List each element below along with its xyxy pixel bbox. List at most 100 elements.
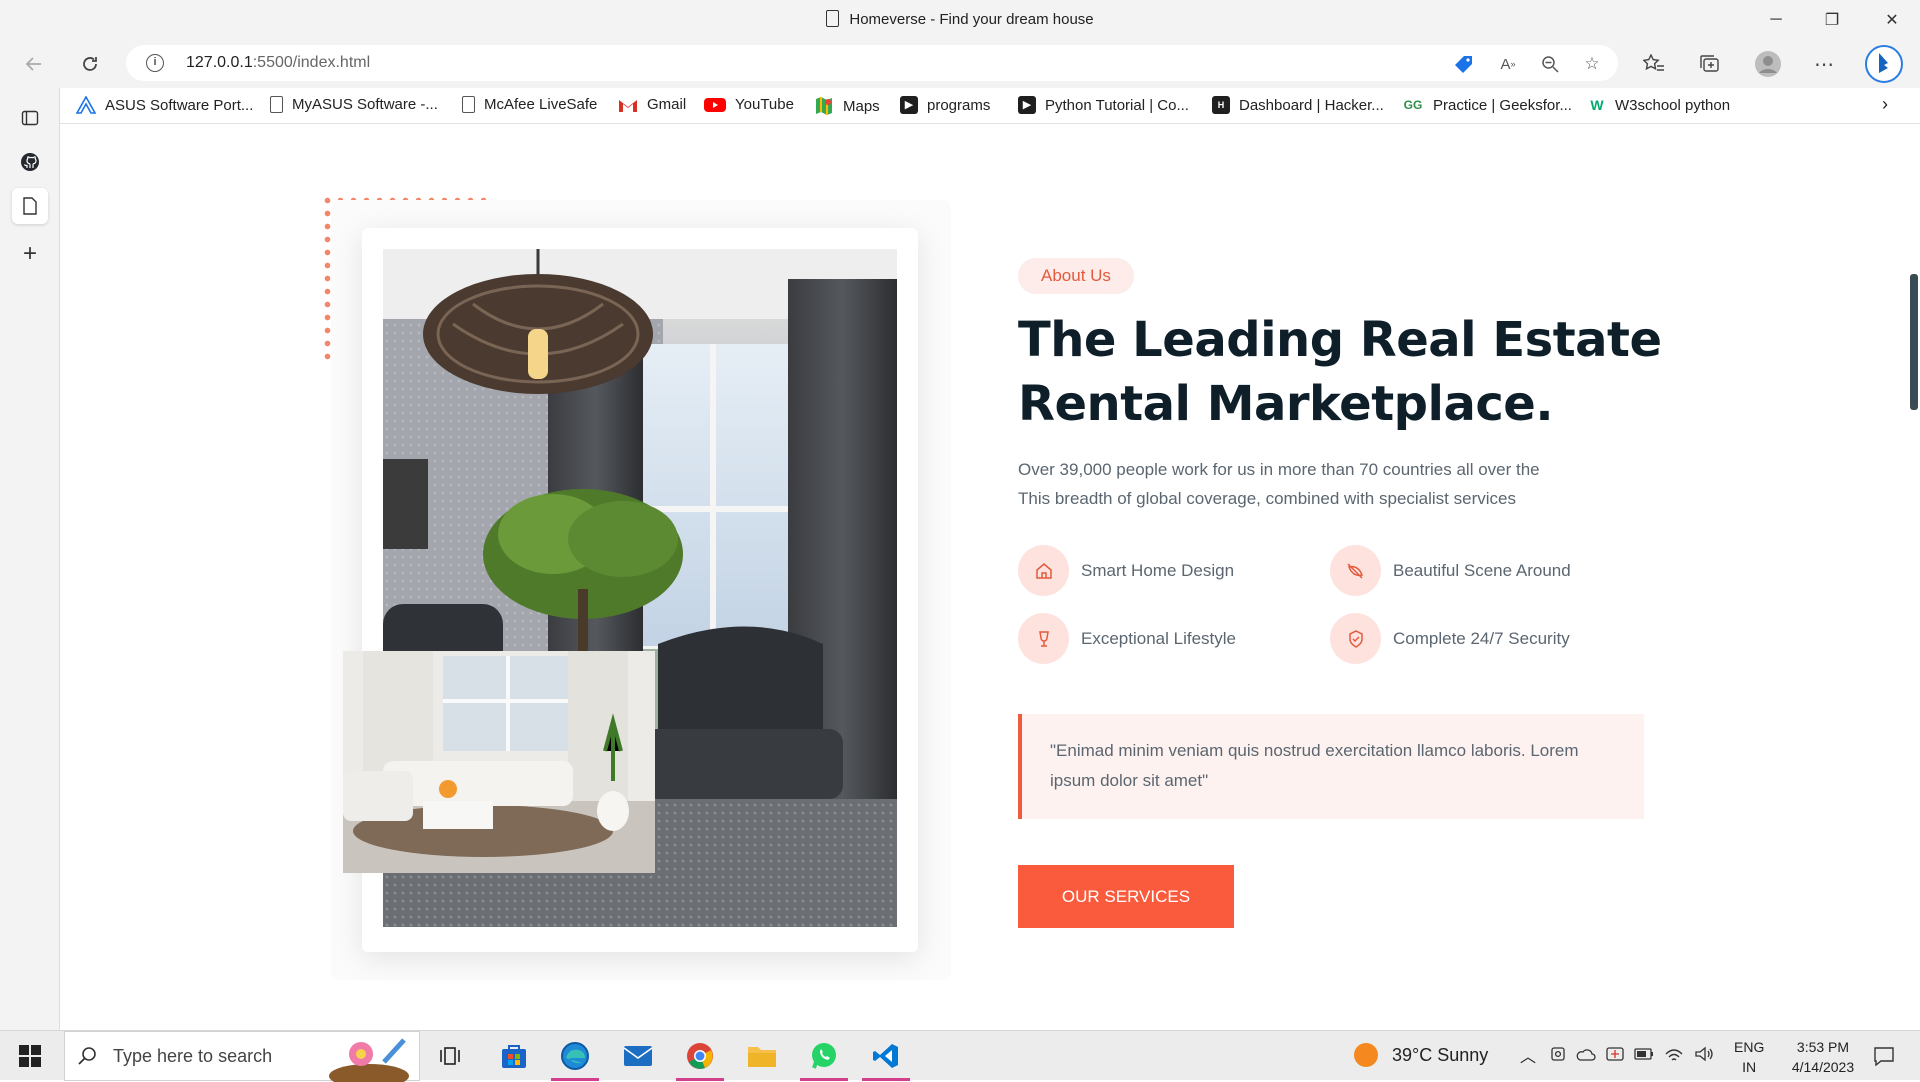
favorite-mcafee-livesafe[interactable]: McAfee LiveSafe bbox=[462, 96, 597, 113]
microsoft-store-button[interactable] bbox=[496, 1038, 532, 1074]
about-secondary-image bbox=[343, 651, 655, 873]
favorite-label: W3school python bbox=[1615, 96, 1731, 114]
favorite-myasus-software[interactable]: MyASUS Software -... bbox=[270, 96, 438, 113]
taskbar-search-box[interactable]: Type here to search bbox=[64, 1031, 420, 1082]
web-page: About Us The Leading Real Estate Rental … bbox=[61, 125, 1900, 1030]
favorite-programs[interactable]: ▶ programs bbox=[900, 96, 990, 114]
start-button[interactable] bbox=[12, 1038, 48, 1074]
page-icon bbox=[462, 96, 475, 113]
chrome-taskbar-button[interactable] bbox=[676, 1038, 724, 1081]
description-line: This breadth of global coverage, combine… bbox=[1018, 489, 1516, 508]
file-explorer-taskbar-button[interactable] bbox=[744, 1038, 780, 1074]
headline-line: The Leading Real Estate bbox=[1018, 312, 1662, 368]
tab-actions-icon[interactable] bbox=[12, 100, 48, 136]
favorite-w3school-python[interactable]: W W3school python bbox=[1588, 96, 1730, 114]
close-button[interactable]: ✕ bbox=[1864, 0, 1920, 40]
feature-beautiful-scene-around: Beautiful Scene Around bbox=[1330, 545, 1571, 596]
site-info-icon[interactable]: i bbox=[146, 54, 164, 72]
feature-label: Smart Home Design bbox=[1081, 560, 1235, 580]
zoom-out-icon[interactable] bbox=[1538, 52, 1562, 76]
add-favorite-icon[interactable]: ☆ bbox=[1580, 52, 1604, 76]
favorite-label: YouTube bbox=[735, 96, 794, 113]
feature-complete-security: Complete 24/7 Security bbox=[1330, 613, 1570, 664]
hackerrank-icon: H bbox=[1212, 96, 1230, 114]
language-code: ENG bbox=[1734, 1039, 1765, 1055]
favorite-label: ASUS Software Port... bbox=[105, 96, 254, 114]
favorite-label: Maps bbox=[843, 97, 880, 115]
about-headline: The Leading Real Estate Rental Marketpla… bbox=[1018, 308, 1718, 436]
windows-logo-icon bbox=[19, 1045, 41, 1067]
favorite-label: Gmail bbox=[647, 96, 687, 113]
geeksforgeeks-icon: GG bbox=[1403, 98, 1423, 112]
about-quote: "Enimad minim veniam quis nostrud exerci… bbox=[1018, 714, 1644, 819]
onedrive-icon[interactable] bbox=[1576, 1046, 1596, 1062]
favorite-maps[interactable]: Maps bbox=[814, 96, 880, 116]
power-options-icon[interactable] bbox=[1606, 1045, 1624, 1063]
youtube-icon bbox=[704, 97, 726, 112]
favorites-icon[interactable] bbox=[1636, 46, 1672, 82]
our-services-button[interactable]: OUR SERVICES bbox=[1018, 865, 1234, 928]
search-icon bbox=[78, 1047, 96, 1065]
window-title: Homeverse - Find your dream house bbox=[0, 10, 1920, 28]
vscode-taskbar-button[interactable] bbox=[862, 1038, 910, 1081]
store-icon bbox=[502, 1045, 526, 1068]
back-button[interactable] bbox=[16, 46, 52, 82]
battery-icon[interactable] bbox=[1634, 1048, 1654, 1060]
show-hidden-icons-chevron-icon[interactable]: ︿ bbox=[1520, 1043, 1536, 1067]
mail-taskbar-button[interactable] bbox=[620, 1038, 656, 1074]
search-highlight-illustration-icon bbox=[329, 1038, 409, 1082]
homeverse-tab[interactable] bbox=[12, 188, 48, 224]
github-tab[interactable] bbox=[12, 144, 48, 180]
favorite-label: Python Tutorial | Co... bbox=[1045, 96, 1189, 114]
leaf-icon bbox=[1330, 545, 1381, 596]
feature-label: Complete 24/7 Security bbox=[1393, 628, 1570, 648]
windows-taskbar: Type here to search 39°C Sunny ︿ ENG IN … bbox=[0, 1030, 1920, 1082]
volume-icon[interactable] bbox=[1694, 1046, 1714, 1062]
minimize-button[interactable]: ─ bbox=[1748, 0, 1804, 40]
read-aloud-icon[interactable]: A» bbox=[1496, 52, 1520, 76]
favorite-asus-software-portal[interactable]: ASUS Software Port... bbox=[76, 96, 253, 114]
favorite-gmail[interactable]: Gmail bbox=[618, 96, 686, 113]
notifications-button[interactable] bbox=[1866, 1038, 1902, 1074]
favorite-hackerrank-dashboard[interactable]: H Dashboard | Hacker... bbox=[1212, 96, 1384, 114]
edge-icon bbox=[561, 1042, 589, 1070]
vertical-tabs-sidebar: + bbox=[0, 88, 60, 1030]
favorite-youtube[interactable]: YouTube bbox=[704, 96, 794, 113]
meet-now-icon[interactable] bbox=[1550, 1045, 1566, 1063]
more-menu-icon[interactable]: ⋯ bbox=[1806, 46, 1842, 82]
refresh-button[interactable] bbox=[72, 46, 108, 82]
wifi-icon[interactable] bbox=[1664, 1046, 1684, 1062]
edge-taskbar-button[interactable] bbox=[551, 1038, 599, 1081]
notification-icon bbox=[1874, 1047, 1894, 1066]
clock[interactable]: 3:53 PM 4/14/2023 bbox=[1776, 1037, 1870, 1077]
page-icon bbox=[23, 197, 37, 215]
w3schools-icon: W bbox=[1590, 97, 1604, 113]
whatsapp-taskbar-button[interactable] bbox=[800, 1038, 848, 1081]
address-bar[interactable]: i 127.0.0.1:5500/index.html A» ☆ bbox=[126, 45, 1618, 81]
profile-icon bbox=[1755, 51, 1781, 77]
task-view-button[interactable] bbox=[432, 1038, 468, 1074]
bing-chat-button[interactable] bbox=[1864, 44, 1904, 84]
navigation-bar: i 127.0.0.1:5500/index.html A» ☆ ⋯ bbox=[0, 40, 1920, 88]
chrome-icon bbox=[687, 1043, 713, 1069]
clock-time: 3:53 PM bbox=[1796, 1039, 1850, 1055]
favorite-label: programs bbox=[927, 96, 991, 114]
white-sofa-room-illustration bbox=[343, 651, 655, 873]
page-scrollbar-thumb[interactable] bbox=[1910, 274, 1918, 410]
magnifier-minus-shape bbox=[1542, 56, 1559, 73]
tag-icon[interactable] bbox=[1452, 52, 1476, 76]
collections-icon[interactable] bbox=[1692, 46, 1728, 82]
favorite-geeksforgeeks[interactable]: GG Practice | Geeksfor... bbox=[1402, 96, 1572, 114]
profile-avatar[interactable] bbox=[1750, 46, 1786, 82]
favorite-label: McAfee LiveSafe bbox=[484, 96, 598, 113]
refresh-icon bbox=[83, 57, 97, 71]
url-text[interactable]: 127.0.0.1:5500/index.html bbox=[186, 54, 370, 72]
favorite-python-tutorial[interactable]: ▶ Python Tutorial | Co... bbox=[1018, 96, 1189, 114]
weather-widget[interactable]: 39°C Sunny bbox=[1354, 1043, 1488, 1067]
description-line: Over 39,000 people work for us in more t… bbox=[1018, 460, 1540, 479]
new-tab-button[interactable]: + bbox=[12, 236, 48, 272]
favorites-more-chevron-icon[interactable]: › bbox=[1882, 94, 1888, 115]
restore-button[interactable]: ❐ bbox=[1804, 0, 1860, 40]
search-placeholder: Type here to search bbox=[113, 1045, 273, 1066]
language-indicator[interactable]: ENG IN bbox=[1734, 1037, 1764, 1077]
